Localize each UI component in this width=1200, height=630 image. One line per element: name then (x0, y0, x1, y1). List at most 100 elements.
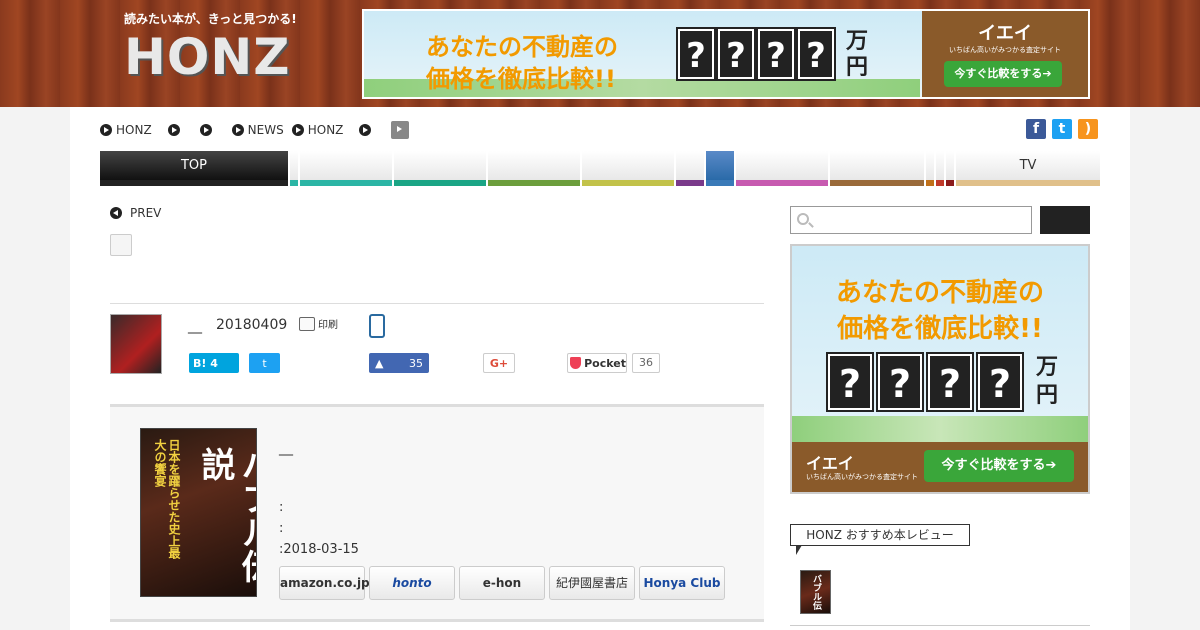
recommend-book-thumb[interactable]: バブル伝説 (783, 570, 831, 614)
print-label: 印刷 (318, 320, 338, 331)
placeholder-box (110, 234, 132, 256)
nav-tab[interactable] (290, 151, 298, 186)
ad-digit-box: ? (876, 352, 924, 412)
nav-tab[interactable] (736, 151, 828, 186)
cover-title: バブル伝説 (195, 447, 257, 583)
book-cover[interactable]: 日本を躍らせた史上最大の饗宴 バブル伝説 (140, 428, 257, 597)
site-tagline: 読みたい本が、きっと見つかる! (124, 12, 297, 26)
nav-tab[interactable] (394, 151, 486, 186)
arrow-left-icon (110, 207, 122, 219)
hatena-bookmark-button[interactable]: B! 4 (189, 353, 239, 373)
arrow-right-icon (100, 124, 112, 136)
ad-digit-box: ? (976, 352, 1024, 412)
breadcrumb-label: HONZ (116, 123, 152, 137)
facebook-icon[interactable]: f (1026, 119, 1046, 139)
fb-like-count: 35 (409, 356, 423, 370)
breadcrumb: HONZ NEWS HONZ (100, 121, 421, 139)
ad-brand-sub: いちばん高いがみつかる査定サイト (806, 473, 918, 481)
ad-digit-box: ? (926, 352, 974, 412)
author-avatar[interactable] (110, 314, 162, 374)
breadcrumb-item-current[interactable] (391, 121, 413, 139)
store-kinokuniya-button[interactable]: 紀伊國屋書店 (549, 566, 635, 600)
nav-tab[interactable] (936, 151, 944, 186)
ad-brand: イエイ (978, 23, 1032, 44)
breadcrumb-item[interactable]: HONZ (100, 123, 152, 137)
breadcrumb-item[interactable] (199, 124, 216, 136)
printer-icon (299, 316, 315, 331)
ad-cta-button[interactable]: 今すぐ比較をする➔ (944, 61, 1062, 87)
book-author: : (279, 500, 284, 515)
site-header: 読みたい本が、きっと見つかる! HONZ あなたの不動産の 価格を徹底比較!! … (0, 0, 1200, 107)
google-plus-button[interactable]: G+ (483, 353, 515, 373)
prev-label: PREV (130, 206, 162, 220)
nav-tab[interactable] (830, 151, 924, 186)
ad-headline-2: 価格を徹底比較!! (426, 65, 616, 93)
header-ad-banner[interactable]: あなたの不動産の 価格を徹底比較!! ? ? ? ? 万円 イエイ いちばん高い… (362, 9, 1090, 99)
breadcrumb-label: HONZ (307, 123, 344, 137)
breadcrumb-label: NEWS (247, 123, 284, 137)
arrow-right-icon (231, 124, 244, 136)
nav-tab[interactable] (676, 151, 704, 186)
store-amazon-button[interactable]: amazon.co.jp (279, 566, 370, 600)
ad-digit-box: ? (716, 27, 756, 81)
cover-subtitle: 日本を躍らせた史上最大の饗宴 (153, 439, 181, 559)
tweet-button[interactable]: t (249, 353, 280, 373)
breadcrumb-item[interactable]: HONZ (291, 123, 344, 137)
twitter-icon[interactable]: t (1052, 119, 1072, 139)
thumbs-up-icon: ▲ (375, 356, 384, 370)
nav-tab[interactable] (488, 151, 580, 186)
store-honto-button[interactable]: honto (369, 566, 455, 600)
store-honyaclub-button[interactable]: Honya Club (639, 566, 725, 600)
nav-tab[interactable] (300, 151, 392, 186)
logo-wordmark: HONZ (124, 28, 291, 86)
sidebar-ad-banner[interactable]: あなたの不動産の 価格を徹底比較!! ? ? ? ? 万円 イエイ いちばん高い… (790, 244, 1090, 494)
speech-tail (796, 545, 802, 555)
nav-tab[interactable] (706, 151, 734, 186)
ad-brand-panel: イエイ いちばん高いがみつかる査定サイト 今すぐ比較をする➔ (922, 11, 1088, 97)
print-button[interactable]: 印刷 (299, 316, 338, 331)
author-name[interactable]: __ (188, 318, 202, 334)
arrow-right-icon (199, 124, 212, 136)
prev-link[interactable]: PREV (110, 206, 161, 220)
ad-unit: 万円 (1035, 355, 1058, 408)
hatena-label: B! (193, 356, 207, 370)
pocket-label: Pocket (584, 356, 626, 370)
post-date: 20180409 (216, 317, 288, 333)
arrow-right-icon (391, 121, 410, 139)
nav-tab[interactable] (946, 151, 954, 186)
site-logo[interactable]: 読みたい本が、きっと見つかる! HONZ (124, 10, 297, 100)
facebook-like-button[interactable]: ▲ 35 (369, 353, 429, 373)
breadcrumb-item[interactable]: NEWS (231, 123, 284, 137)
nav-tab-top[interactable]: TOP (100, 151, 288, 186)
ad-brand-sub: いちばん高いがみつかる査定サイト (949, 46, 1061, 54)
search-field[interactable] (790, 206, 1032, 234)
category-nav: TOP TV (100, 151, 1100, 186)
ad-headline-2: 価格を徹底比較!! (837, 314, 1043, 344)
ad-digit-box: ? (826, 352, 874, 412)
rss-icon[interactable]: ) (1078, 119, 1098, 139)
mobile-icon[interactable] (369, 314, 385, 338)
store-ehon-button[interactable]: e-hon (459, 566, 545, 600)
twitter-icon: t (262, 356, 267, 370)
ad-cta-button[interactable]: 今すぐ比較をする➔ (924, 450, 1074, 482)
ad-digit-box: ? (796, 27, 836, 81)
recommend-heading: HONZ おすすめ本レビュー (790, 524, 970, 546)
book-title: __ (279, 440, 293, 456)
nav-tab-tv[interactable]: TV (956, 151, 1100, 186)
search-input[interactable] (817, 211, 1027, 231)
breadcrumb-item[interactable] (167, 124, 184, 136)
arrow-right-icon (359, 124, 372, 136)
ad-town-illustration (792, 416, 1088, 442)
ad-brand: イエイ (806, 454, 854, 473)
divider (110, 303, 764, 304)
pocket-count: 36 (632, 353, 660, 373)
nav-tab[interactable] (926, 151, 934, 186)
search-button[interactable] (1040, 206, 1090, 234)
pocket-button[interactable]: Pocket (567, 353, 627, 373)
ad-headline-1: あなたの不動産の (426, 33, 618, 61)
pocket-icon (570, 357, 582, 369)
nav-tab[interactable] (582, 151, 674, 186)
breadcrumb-item[interactable] (359, 124, 375, 136)
ad-digit-box: ? (756, 27, 796, 81)
ad-unit: 万円 (845, 29, 868, 80)
